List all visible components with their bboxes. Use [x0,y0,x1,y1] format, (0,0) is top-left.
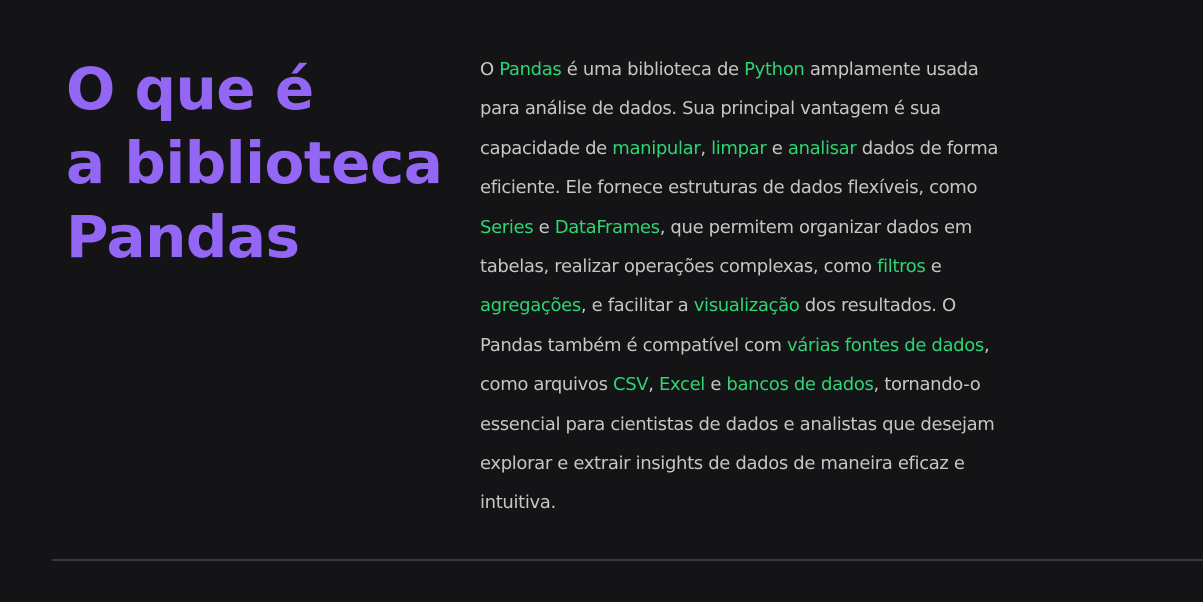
text-segment: eficiente. Ele fornece estruturas de dad… [480,177,978,199]
text-segment: Pandas também é compatível com [480,334,787,356]
title-line: a biblioteca [66,129,443,197]
text-segment: e [925,256,942,278]
text-segment: O [480,59,500,80]
text-segment: para análise de dados. Sua principal van… [480,98,941,120]
highlighted-term: agregações [480,295,581,317]
text-segment: como arquivos [480,374,613,396]
text-segment: explorar e extrair insights de dados de … [480,453,965,475]
highlighted-term: CSV [613,374,649,396]
text-segment: capacidade de [480,137,613,159]
highlighted-term: filtros [877,256,926,278]
highlighted-term: Pandas [499,59,562,80]
text-segment: , que permitem organizar dados em [659,216,973,238]
description-line: explorar e extrair insights de dados de … [480,444,1080,483]
text-segment: dados de forma [856,137,999,159]
text-segment: é uma biblioteca de [561,59,745,80]
text-segment: tabelas, realizar operações complexas, c… [480,256,878,278]
description-line: para análise de dados. Sua principal van… [480,89,1080,128]
text-segment: essencial para cientistas de dados e ana… [480,413,995,435]
description-line: agregações, e facilitar a visualização d… [480,286,1080,325]
highlighted-term: DataFrames [554,216,660,238]
description-line: como arquivos CSV, Excel e bancos de dad… [480,365,1080,404]
description-line: Pandas também é compatível com várias fo… [480,326,1080,365]
description-line: eficiente. Ele fornece estruturas de dad… [480,168,1080,207]
description-line: essencial para cientistas de dados e ana… [480,405,1080,444]
highlighted-term: analisar [787,137,857,159]
highlighted-term: Python [744,59,805,80]
title-line: Pandas [66,203,300,271]
description-line: tabelas, realizar operações complexas, c… [480,247,1080,286]
text-segment: , [700,137,712,159]
text-segment: , tornando-o [873,374,981,396]
text-segment: amplamente usada [804,59,979,80]
highlighted-term: Series [480,216,534,238]
text-segment: , [648,374,660,396]
highlighted-term: bancos de dados [726,374,874,396]
description-line: Series e DataFrames, que permitem organi… [480,208,1080,247]
text-segment: intuitiva. [480,492,556,514]
text-segment: , e facilitar a [580,295,694,317]
highlighted-term: várias fontes de dados [786,334,984,356]
text-segment: e [766,137,788,159]
text-segment: e [533,216,555,238]
text-segment: e [704,374,727,396]
title-line: O que é [66,55,314,123]
highlighted-term: manipular [612,137,701,159]
description-line: O Pandas é uma biblioteca de Python ampl… [480,50,1080,89]
description-line: intuitiva. [480,483,1080,522]
highlighted-term: visualização [693,295,800,317]
highlighted-term: limpar [711,137,767,159]
text-segment: dos resultados. O [799,295,956,317]
text-segment: , [983,334,990,356]
description-line: capacidade de manipular, limpar e analis… [480,129,1080,168]
highlighted-term: Excel [659,374,705,396]
description-paragraph: O Pandas é uma biblioteca de Python ampl… [480,50,1080,523]
horizontal-divider [52,559,1203,561]
page-title: O que é a biblioteca Pandas [66,52,466,274]
